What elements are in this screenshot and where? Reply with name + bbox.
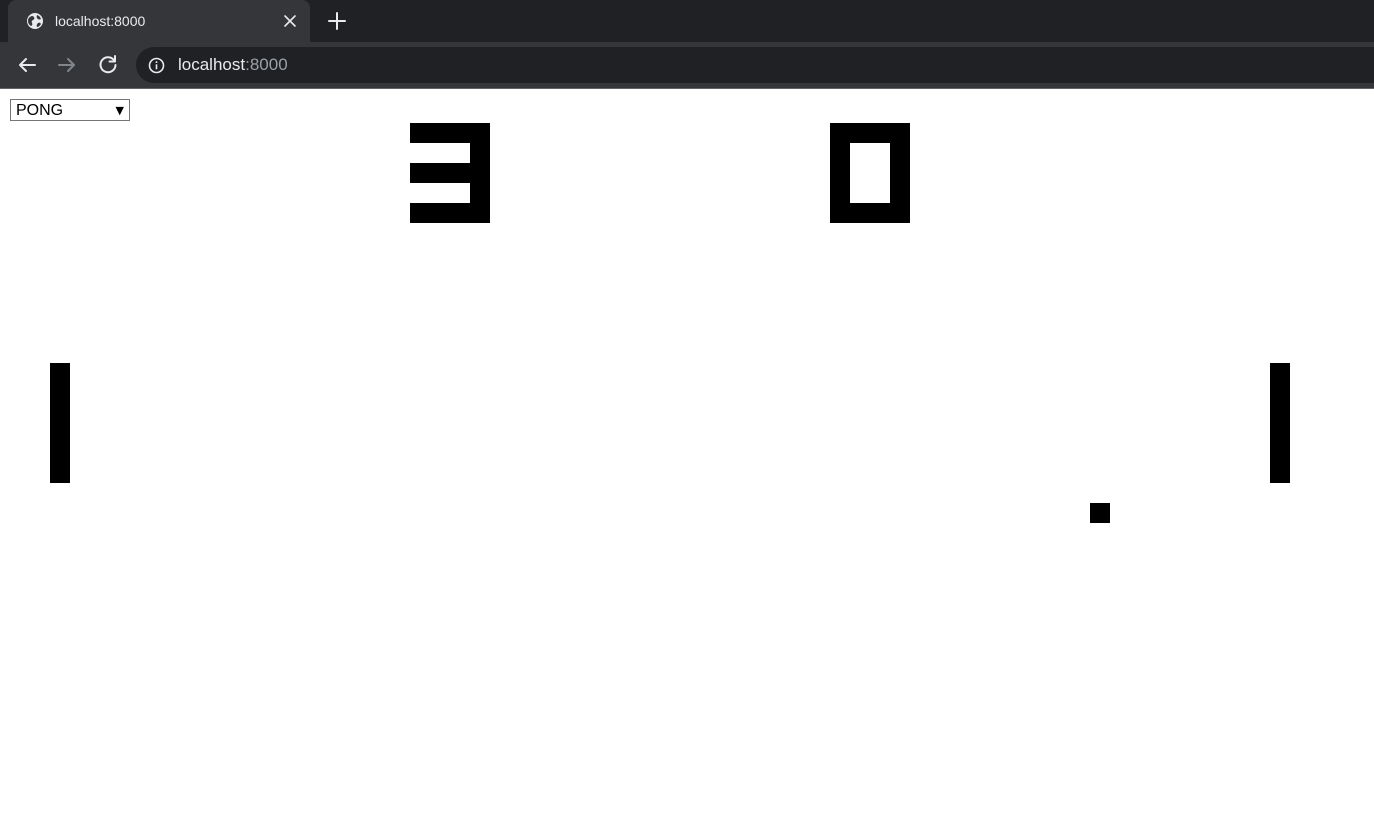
plus-icon[interactable] <box>326 10 348 32</box>
game-select-value: PONG <box>16 102 64 119</box>
back-arrow-icon[interactable] <box>15 53 39 77</box>
url-text[interactable]: localhost:8000 <box>178 55 288 75</box>
page-viewport: PONG ▼ <box>0 89 1374 840</box>
ball <box>1090 503 1110 523</box>
right-paddle <box>1270 363 1290 483</box>
tab-strip: localhost:8000 <box>0 0 1374 42</box>
info-icon[interactable] <box>148 57 165 74</box>
forward-arrow-icon[interactable] <box>55 53 79 77</box>
browser-tab[interactable]: localhost:8000 <box>8 0 310 42</box>
globe-icon <box>27 13 43 29</box>
reload-icon[interactable] <box>96 53 120 77</box>
close-icon[interactable] <box>280 11 300 31</box>
game-select[interactable]: PONG ▼ <box>10 99 130 121</box>
address-bar[interactable]: localhost:8000 <box>136 47 1374 83</box>
score-left <box>410 123 490 223</box>
browser-toolbar: localhost:8000 <box>0 42 1374 88</box>
url-port: :8000 <box>245 55 288 74</box>
score-right <box>830 123 910 223</box>
left-paddle <box>50 363 70 483</box>
url-host: localhost <box>178 55 246 74</box>
tab-title: localhost:8000 <box>55 13 146 29</box>
chevron-down-icon: ▼ <box>115 104 124 117</box>
game-canvas[interactable] <box>0 89 1374 840</box>
